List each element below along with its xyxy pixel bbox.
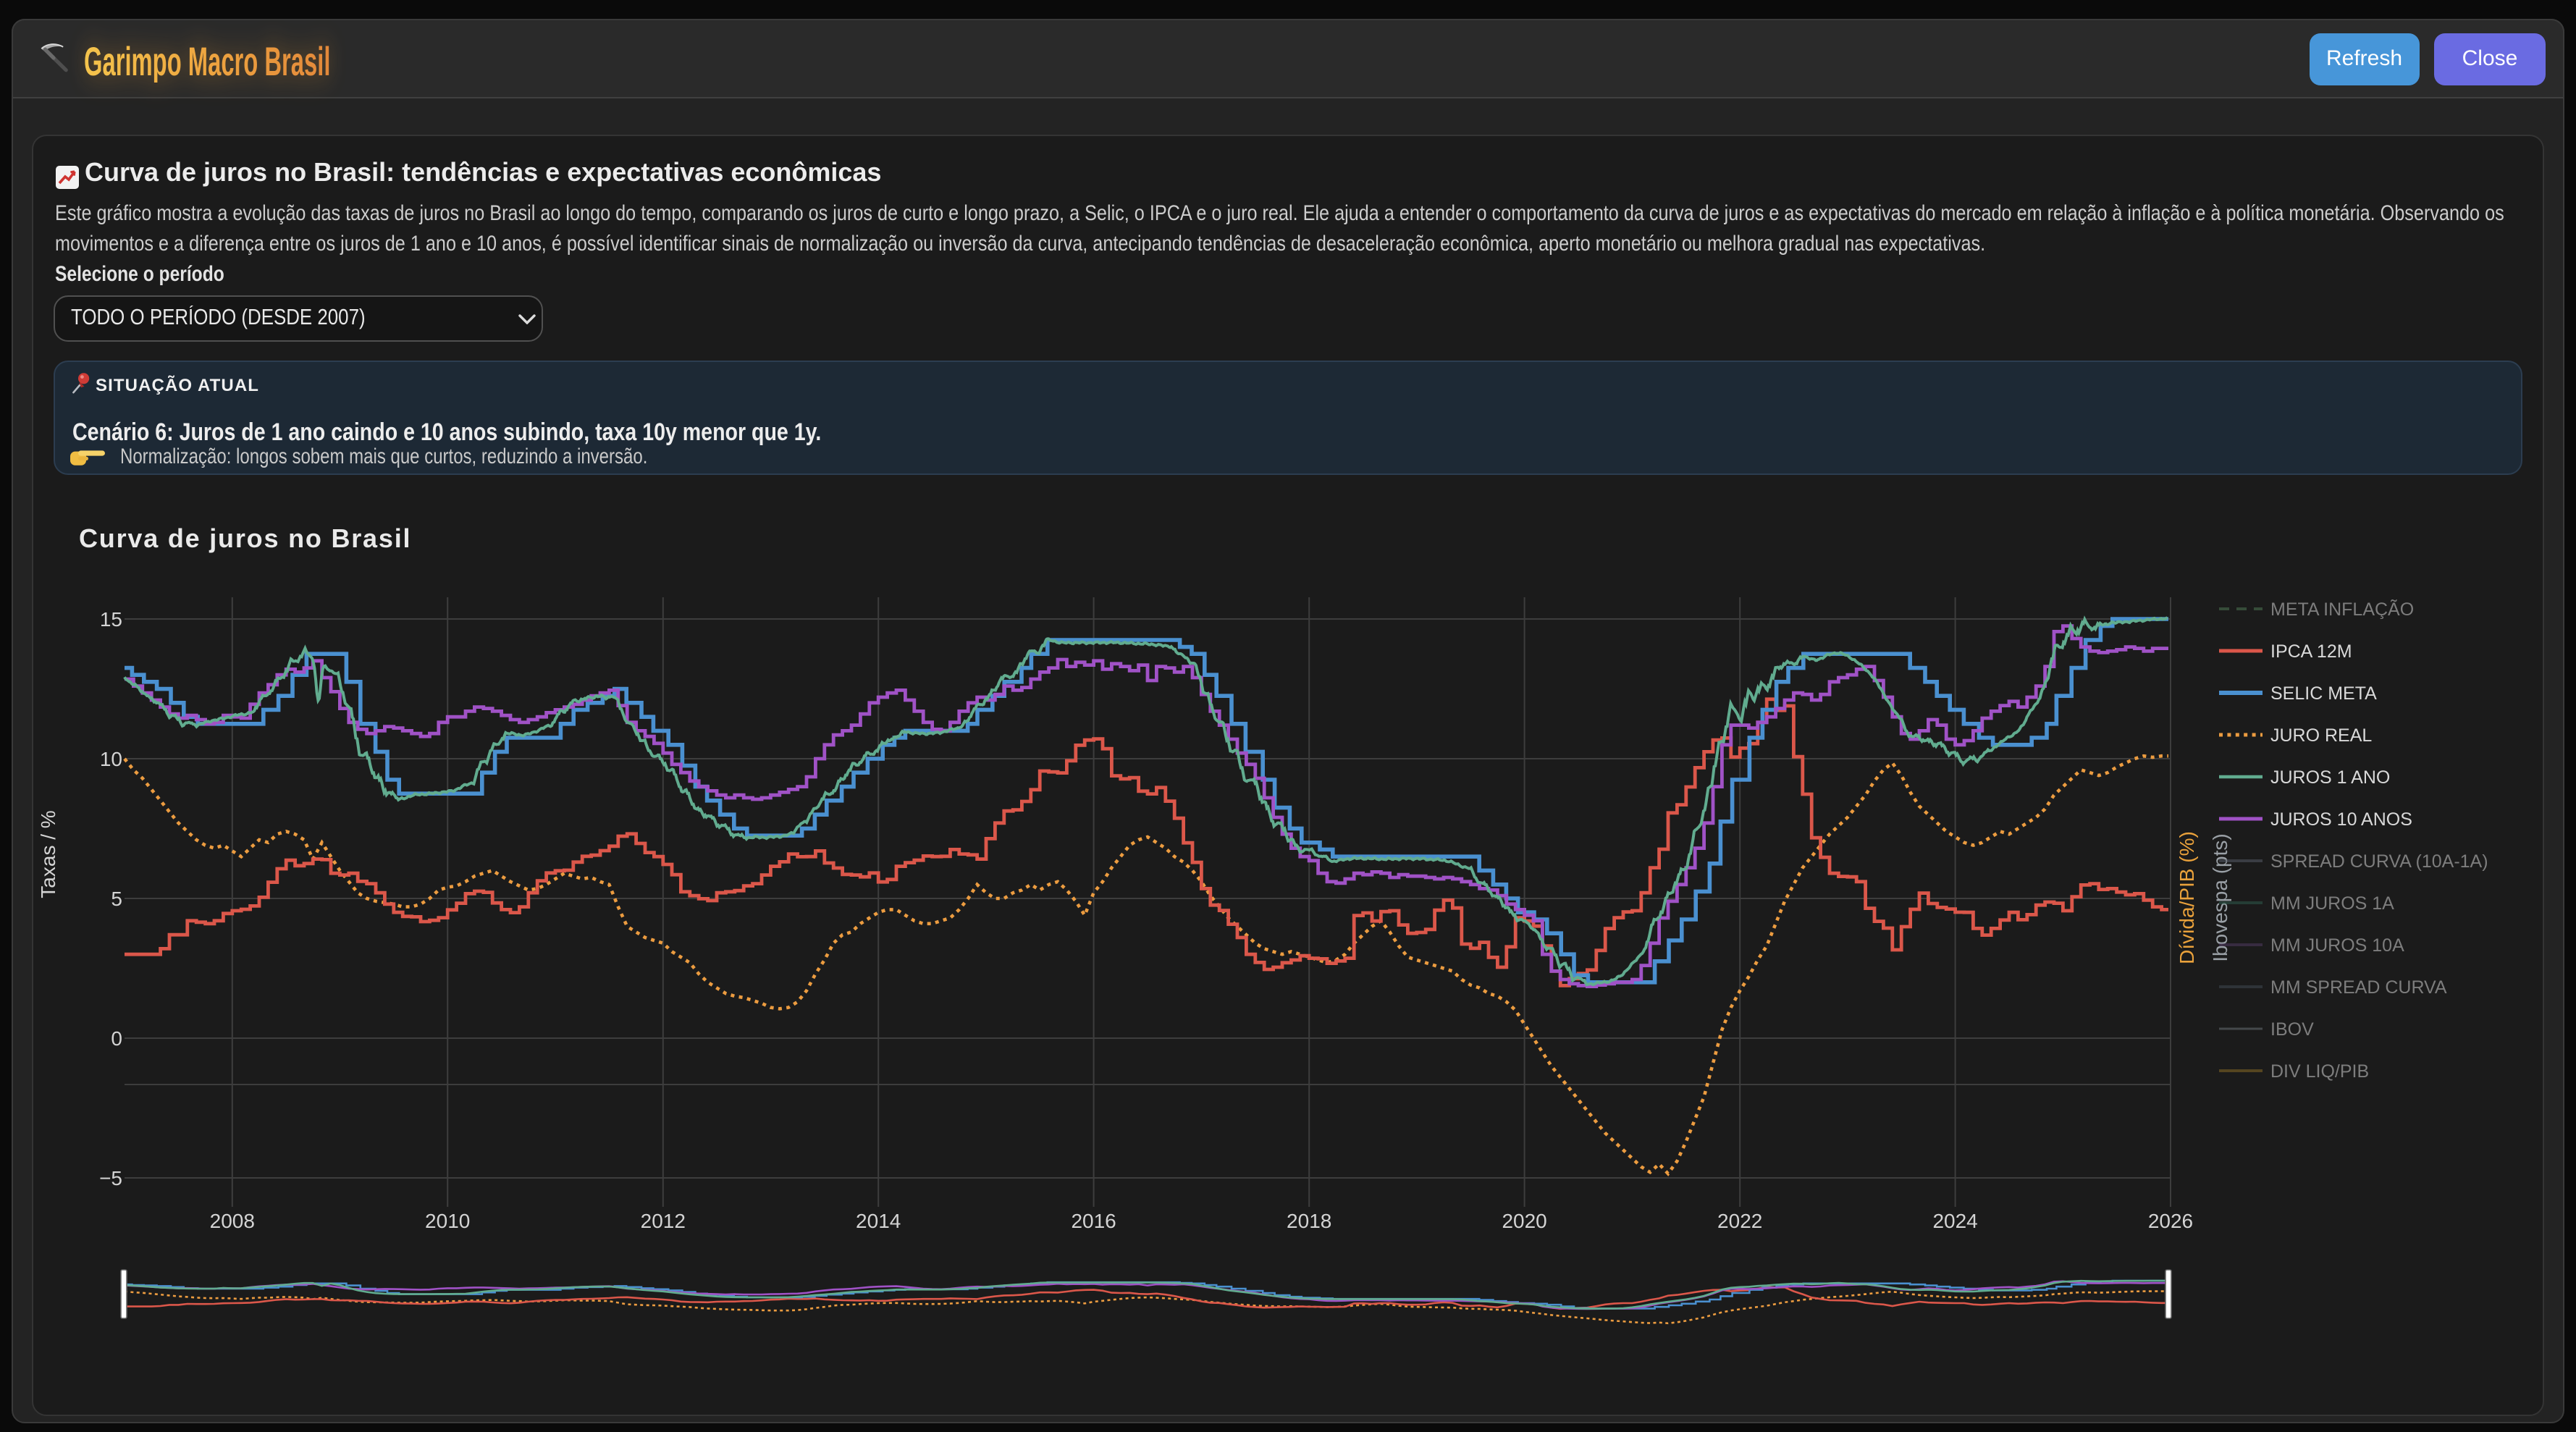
svg-text:10: 10 — [100, 748, 122, 770]
svg-text:Taxas / %: Taxas / % — [37, 810, 59, 898]
svg-text:2018: 2018 — [1287, 1210, 1331, 1232]
svg-text:2020: 2020 — [1502, 1210, 1546, 1232]
svg-text:5: 5 — [111, 888, 122, 910]
svg-text:2016: 2016 — [1071, 1210, 1116, 1232]
svg-text:MM SPREAD CURVA: MM SPREAD CURVA — [2270, 977, 2447, 998]
svg-text:2014: 2014 — [856, 1210, 901, 1232]
svg-text:META INFLAÇÃO: META INFLAÇÃO — [2270, 599, 2414, 620]
svg-text:−5: −5 — [99, 1167, 122, 1189]
svg-text:Dívida/PIB (%): Dívida/PIB (%) — [2176, 831, 2198, 964]
svg-text:IBOV: IBOV — [2270, 1019, 2314, 1040]
svg-text:SELIC META: SELIC META — [2270, 683, 2377, 704]
svg-text:15: 15 — [100, 608, 122, 631]
svg-text:JUROS 1 ANO: JUROS 1 ANO — [2270, 767, 2390, 788]
svg-text:2008: 2008 — [210, 1210, 255, 1232]
svg-text:MM JUROS 10A: MM JUROS 10A — [2270, 935, 2404, 956]
svg-text:JURO REAL: JURO REAL — [2270, 725, 2372, 746]
svg-text:Ibovespa (pts): Ibovespa (pts) — [2209, 833, 2231, 961]
svg-text:2012: 2012 — [641, 1210, 686, 1232]
svg-text:DIV LIQ/PIB: DIV LIQ/PIB — [2270, 1061, 2369, 1082]
svg-text:0: 0 — [111, 1027, 122, 1050]
svg-text:2022: 2022 — [1717, 1210, 1762, 1232]
svg-text:SPREAD CURVA (10A-1A): SPREAD CURVA (10A-1A) — [2270, 851, 2488, 872]
svg-text:2024: 2024 — [1932, 1210, 1977, 1232]
svg-text:Curva de juros no Brasil: Curva de juros no Brasil — [79, 523, 411, 553]
svg-text:MM JUROS 1A: MM JUROS 1A — [2270, 893, 2394, 914]
svg-text:IPCA 12M: IPCA 12M — [2270, 641, 2352, 662]
svg-text:2010: 2010 — [425, 1210, 470, 1232]
svg-text:JUROS 10 ANOS: JUROS 10 ANOS — [2270, 809, 2412, 830]
svg-text:2026: 2026 — [2148, 1210, 2193, 1232]
